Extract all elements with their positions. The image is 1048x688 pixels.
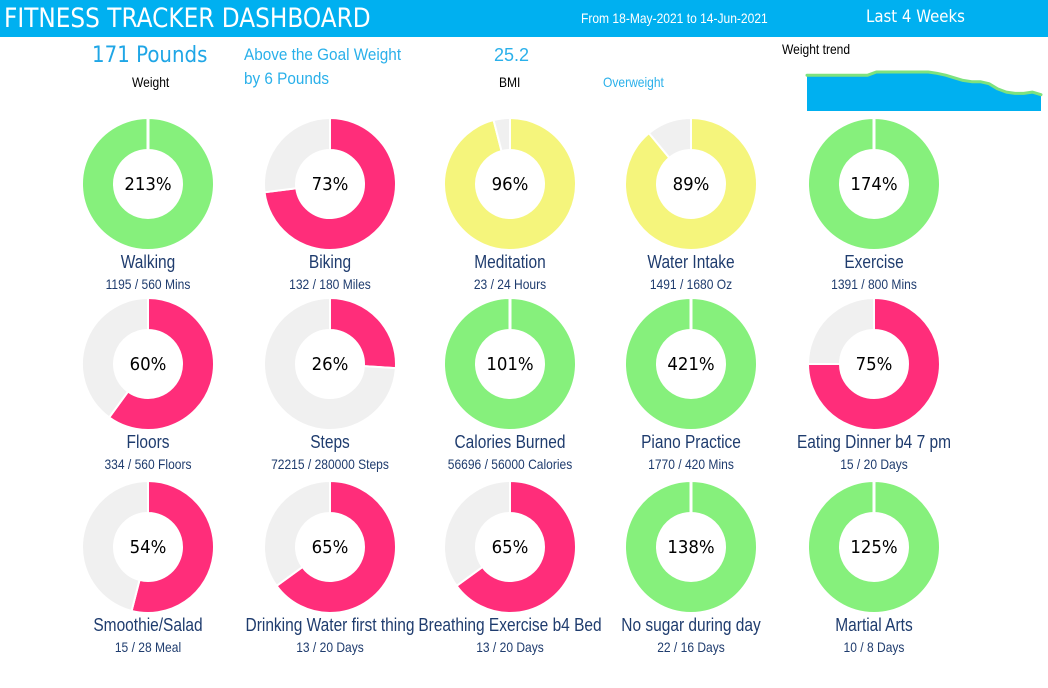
goal-percent: 138% (667, 537, 715, 558)
goal-percent: 73% (311, 174, 349, 195)
goal-tile: 65% Breathing Exercise b4 Bed 13 / 20 Days (418, 457, 602, 655)
dashboard-header: FITNESS TRACKER DASHBOARD From 18-May-20… (0, 0, 1048, 37)
weight-label: Weight (132, 74, 170, 90)
goal-name: Breathing Exercise b4 Bed (418, 615, 602, 635)
goal-tile: 125% Martial Arts 10 / 8 Days (784, 457, 964, 655)
weight-value: 171 Pounds (92, 43, 208, 68)
bmi-label: BMI (499, 74, 521, 90)
donut-remaining-segment (263, 479, 331, 588)
goal-percent: 54% (129, 537, 167, 558)
goal-percent: 65% (491, 537, 529, 558)
goal-tile: 65% Drinking Water first thing 13 / 20 Day… (240, 457, 420, 655)
weight-trend-label: Weight trend (782, 41, 851, 57)
goal-name: Eating Dinner b4 7 pm (796, 432, 952, 452)
goal-weight-message: Above the Goal Weight by 6 Pounds (244, 43, 401, 91)
goal-percent: 96% (491, 174, 529, 195)
goal-percent: 101% (486, 354, 534, 375)
bmi-category: Overweight (603, 74, 664, 90)
goal-tile: 73% Biking 132 / 180 Miles (240, 94, 420, 292)
goal-tile: 174% Exercise 1391 / 800 Mins (784, 94, 964, 292)
goal-name: Floors (126, 432, 170, 452)
goal-percent: 89% (672, 174, 710, 195)
goal-percent: 75% (855, 354, 893, 375)
goal-name: Calories Burned (454, 432, 566, 452)
goal-tile: 421% Piano Practice 1770 / 420 Mins (601, 274, 781, 472)
goal-detail: 13 / 20 Days (476, 639, 544, 655)
goal-percent: 125% (850, 537, 898, 558)
goal-tile: 101% Calories Burned 56696 / 56000 Calorie… (420, 274, 600, 472)
goal-tile: 138% No sugar during day 22 / 16 Days (601, 457, 781, 655)
goal-tile: 89% Water Intake 1491 / 1680 Oz (601, 94, 781, 292)
goal-detail: 15 / 28 Meal (114, 639, 182, 655)
dashboard-title: FITNESS TRACKER DASHBOARD (4, 3, 371, 34)
goal-name: Drinking Water first thing (245, 615, 415, 635)
goal-name: Exercise (844, 252, 904, 272)
goal-tile: 54% Smoothie/Salad 15 / 28 Meal (58, 457, 238, 655)
date-range: From 18-May-2021 to 14-Jun-2021 (581, 10, 768, 26)
goal-detail: 13 / 20 Days (296, 639, 364, 655)
goal-name: Water Intake (647, 252, 735, 272)
goal-tile: 60% Floors 334 / 560 Floors (58, 274, 238, 472)
goal-detail: 10 / 8 Days (843, 639, 905, 655)
goal-percent: 26% (311, 354, 349, 375)
goal-tile: 96% Meditation 23 / 24 Hours (420, 94, 600, 292)
goal-percent: 421% (667, 354, 715, 375)
goal-name: Biking (308, 252, 352, 272)
period-selector[interactable]: Last 4 Weeks (866, 7, 965, 27)
goal-name: Martial Arts (835, 615, 913, 635)
goal-tile: 26% Steps 72215 / 280000 Steps (240, 274, 420, 472)
goal-message-line2: by 6 Pounds (244, 69, 330, 88)
goal-detail: 22 / 16 Days (657, 639, 725, 655)
bmi-value: 25.2 (494, 45, 530, 65)
goal-tile: 75% Eating Dinner b4 7 pm 15 / 20 Days (784, 274, 964, 472)
goal-percent: 65% (311, 537, 349, 558)
goal-tile: 213% Walking 1195 / 560 Mins (58, 94, 238, 292)
goal-name: Steps (310, 432, 350, 452)
goal-name: Walking (120, 252, 176, 272)
goal-name: Smoothie/Salad (93, 615, 203, 635)
goal-percent: 60% (129, 354, 167, 375)
goal-percent: 174% (850, 174, 898, 195)
goal-name: No sugar during day (621, 615, 761, 635)
goal-name: Meditation (474, 252, 546, 272)
donut-remaining-segment (443, 479, 511, 588)
goal-name: Piano Practice (641, 432, 741, 452)
goal-message-line1: Above the Goal Weight (244, 45, 402, 64)
goal-percent: 213% (124, 174, 172, 195)
